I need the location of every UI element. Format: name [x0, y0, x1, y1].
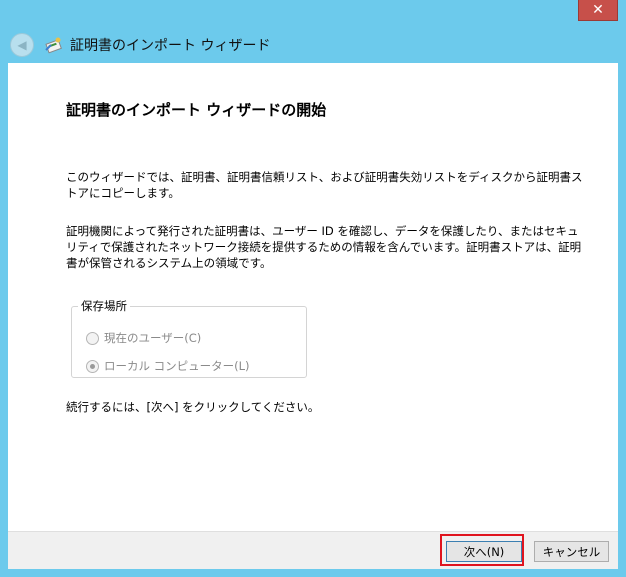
window-title: 証明書のインポート ウィザード: [70, 38, 271, 54]
intro-paragraph: このウィザードでは、証明書、証明書信頼リスト、および証明書失効リストをディスクか…: [66, 170, 583, 200]
title-bar: ◀ 証明書のインポート ウィザード: [8, 28, 618, 62]
certificate-wizard-icon: [45, 37, 62, 54]
close-button[interactable]: ✕: [578, 0, 618, 21]
next-button[interactable]: 次へ(N): [446, 541, 522, 562]
window-bottom-border: [8, 569, 618, 577]
close-icon: ✕: [592, 2, 604, 18]
certificate-import-wizard-window: ✕ ◀ 証明書のインポート ウィザード 証明書のインポート ウィザードの開始 こ…: [0, 0, 626, 577]
description-paragraph: 証明機関によって発行された証明書は、ユーザー ID を確認し、データを保護したり…: [66, 224, 582, 270]
page-title: 証明書のインポート ウィザードの開始: [66, 101, 327, 119]
current-user-radio[interactable]: [86, 331, 99, 345]
store-location-group: 保存場所 現在のユーザー(C) ローカル コンピューター(L): [71, 298, 307, 378]
wizard-content: 証明書のインポート ウィザードの開始 このウィザードでは、証明書、証明書信頼リス…: [8, 63, 618, 531]
local-computer-label: ローカル コンピューター(L): [104, 359, 250, 373]
button-bar: 次へ(N) キャンセル: [8, 531, 618, 570]
cancel-button[interactable]: キャンセル: [534, 541, 609, 562]
store-location-legend: 保存場所: [81, 299, 127, 313]
local-computer-radio[interactable]: [86, 359, 99, 373]
current-user-label: 現在のユーザー(C): [104, 331, 202, 345]
continue-instruction: 続行するには、[次へ] をクリックしてください。: [66, 400, 320, 414]
local-computer-option[interactable]: ローカル コンピューター(L): [86, 358, 250, 374]
back-button[interactable]: ◀: [10, 33, 34, 57]
current-user-option[interactable]: 現在のユーザー(C): [86, 330, 201, 346]
back-arrow-icon: ◀: [17, 38, 27, 52]
